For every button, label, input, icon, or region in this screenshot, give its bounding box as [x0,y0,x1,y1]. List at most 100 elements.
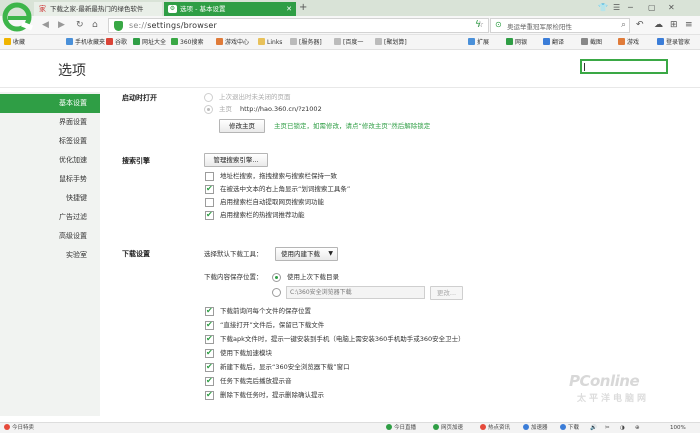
bookmark-juhuasuan[interactable]: [聚划算] [375,37,407,48]
more-icon[interactable]: ≡ [685,19,693,31]
extensions-button[interactable]: 扩展 [468,37,489,48]
selection-toolbar-label: 在被选中文本的右上角显示“划词搜索工具条” [220,185,351,193]
minimize-icon[interactable]: ─ [628,1,633,14]
bookmark-bar: 收藏 手机收藏夹 谷歌 网址大全 360搜索 游戏中心 Links [服务器] … [0,35,700,50]
search-consistent-checkbox[interactable] [205,172,214,181]
lightning-icon[interactable]: ϟ [475,20,481,30]
settings-sidebar: 基本设置 界面设置 标签设置 优化加速 鼠标手势 快捷键 广告过滤 高级设置 实… [0,92,100,416]
modify-homepage-button[interactable]: 修改主页 [219,119,265,133]
bookmark-360-search[interactable]: 360搜索 [171,37,203,48]
forward-icon[interactable]: ▶ [58,19,65,31]
sidebar-item-shortcuts[interactable]: 快捷键 [0,189,100,208]
view-icon[interactable]: ⊕ [635,424,640,432]
translate-button[interactable]: 翻译 [543,37,564,48]
maximize-icon[interactable]: ▢ [648,1,656,14]
bookmark-directory[interactable]: 网址大全 [133,37,166,48]
manage-search-engines-button[interactable]: 管理搜索引擎... [204,153,268,167]
search-input[interactable]: ϟ ⊙ 奥运举重冠军尿检阳性 ⌕ [475,18,630,33]
bookmark-mobile[interactable]: 手机收藏夹 [66,37,105,48]
sale-icon [4,424,10,430]
use-last-dir-radio[interactable] [272,273,281,282]
hot-news-button[interactable]: 热点资讯 [480,424,510,432]
sound-icon[interactable]: 🔊 [590,424,597,432]
bookmark-game-center[interactable]: 游戏中心 [216,37,249,48]
homepage-locked-note: 主页已锁定，如需修改，请点“修改主页”然后解除锁定 [274,122,431,130]
user-icon [657,38,664,45]
refresh-icon[interactable]: ↻ [76,19,84,31]
scissors-icon [581,38,588,45]
undo-icon[interactable]: ↶ [636,19,644,31]
sidebar-item-basic[interactable]: 基本设置 [0,94,100,113]
startup-homepage-radio[interactable] [204,105,213,114]
sidebar-item-tabs[interactable]: 标签设置 [0,132,100,151]
homepage-url: http://hao.360.cn/?z1002 [240,105,322,113]
new-tab-button[interactable]: + [299,2,307,14]
selection-toolbar-checkbox[interactable] [205,184,214,194]
sidebar-item-mouse-gestures[interactable]: 鼠标手势 [0,170,100,189]
screenshot-button[interactable]: 截图 [581,37,602,48]
tab-download-home[interactable]: 家 下载之家-最新最热门的绿色软件 [34,2,162,16]
skin-icon[interactable]: 👕 [598,1,608,14]
back-icon[interactable]: ◀ [42,19,49,31]
page-accelerate-button[interactable]: 网页加速 [433,424,463,432]
tools-icon[interactable]: ✂ [605,424,610,432]
mode-icon[interactable]: ◑ [620,424,625,432]
browser-logo-icon [2,2,33,32]
bookmark-server[interactable]: [服务器] [290,37,322,48]
sidebar-item-adblock[interactable]: 广告过滤 [0,208,100,227]
tab-close-icon[interactable]: ✕ [286,2,292,16]
menu-icon[interactable]: ☰ [613,1,620,14]
delete-confirm-checkbox[interactable] [205,390,214,400]
sidebar-item-optimize[interactable]: 优化加速 [0,151,100,170]
download-accelerate-checkbox[interactable] [205,348,214,358]
watermark-logo-text: PConline [569,372,640,390]
tab-settings[interactable]: ⚙ 选项 - 基本设置 ✕ [164,2,296,16]
delete-confirm-label: 删除下载任务时，提示删除确认提示 [220,391,324,399]
apps-grid-icon[interactable]: ⊞ [670,19,678,31]
settings-content: 启动时打开 上次退出时未关闭的页面 主页 http://hao.360.cn/?… [100,88,700,418]
sidebar-item-interface[interactable]: 界面设置 [0,113,100,132]
auto-extract-checkbox[interactable] [205,198,214,207]
settings-page-icon: ⚙ [168,5,177,13]
login-manager-button[interactable]: 登录管家 [657,37,690,48]
close-window-icon[interactable]: ✕ [668,1,675,14]
custom-dir-radio[interactable] [272,288,281,297]
use-last-dir-label: 使用上次下载目录 [287,273,339,281]
change-dir-button[interactable]: 更改... [430,286,463,300]
hot-words-checkbox[interactable] [205,210,214,220]
ebank-button[interactable]: 网银 [506,37,527,48]
download-button[interactable]: 下载 [560,424,579,432]
ask-save-location-checkbox[interactable] [205,306,214,316]
games-button[interactable]: 游戏 [618,37,639,48]
chevron-down-icon: ▼ [328,250,333,257]
download-path-field[interactable]: C:\360安全浏览器下载 [286,286,425,299]
accelerator-button[interactable]: 加速器 [523,424,548,432]
settings-search-input[interactable] [580,59,668,74]
search-consistent-label: 地址栏搜索，拖拽搜索与搜索栏保持一致 [220,172,337,180]
apk-install-checkbox[interactable] [205,334,214,344]
live-button[interactable]: 今日直播 [386,424,416,432]
today-sale-button[interactable]: 今日特卖 [4,424,34,432]
zoom-level[interactable]: 100% [670,424,686,432]
bookmark-links[interactable]: Links [258,37,282,48]
bookmark-baidu[interactable]: [百度一 [334,37,363,48]
download-tool-select[interactable]: 使用内建下载 ▼ [275,247,338,261]
sidebar-item-advanced[interactable]: 高级设置 [0,227,100,246]
bookmark-google[interactable]: 谷歌 [106,37,127,48]
search-suggestion-text: 奥运举重冠军尿检阳性 [507,23,572,31]
live-icon [386,424,392,430]
search-engine-icon[interactable]: ⊙ [495,20,502,29]
show-download-window-checkbox[interactable] [205,362,214,372]
site-icon [133,38,140,45]
bookmark-favorites[interactable]: 收藏 [4,37,25,48]
play-sound-checkbox[interactable] [205,376,214,386]
address-input[interactable]: se://settings/browser ☆ [108,18,489,33]
startup-last-session-radio[interactable] [204,93,213,102]
home-button-icon[interactable]: ⌂ [92,19,98,31]
sidebar-item-lab[interactable]: 实验室 [0,246,100,265]
watermark-subtitle: 太平洋电脑网 [577,394,650,404]
cloud-icon[interactable]: ☁ [654,19,663,31]
keep-opened-file-checkbox[interactable] [205,320,214,330]
search-icon[interactable]: ⌕ [621,19,626,32]
download-tool-label: 选择默认下载工具： [204,250,263,258]
